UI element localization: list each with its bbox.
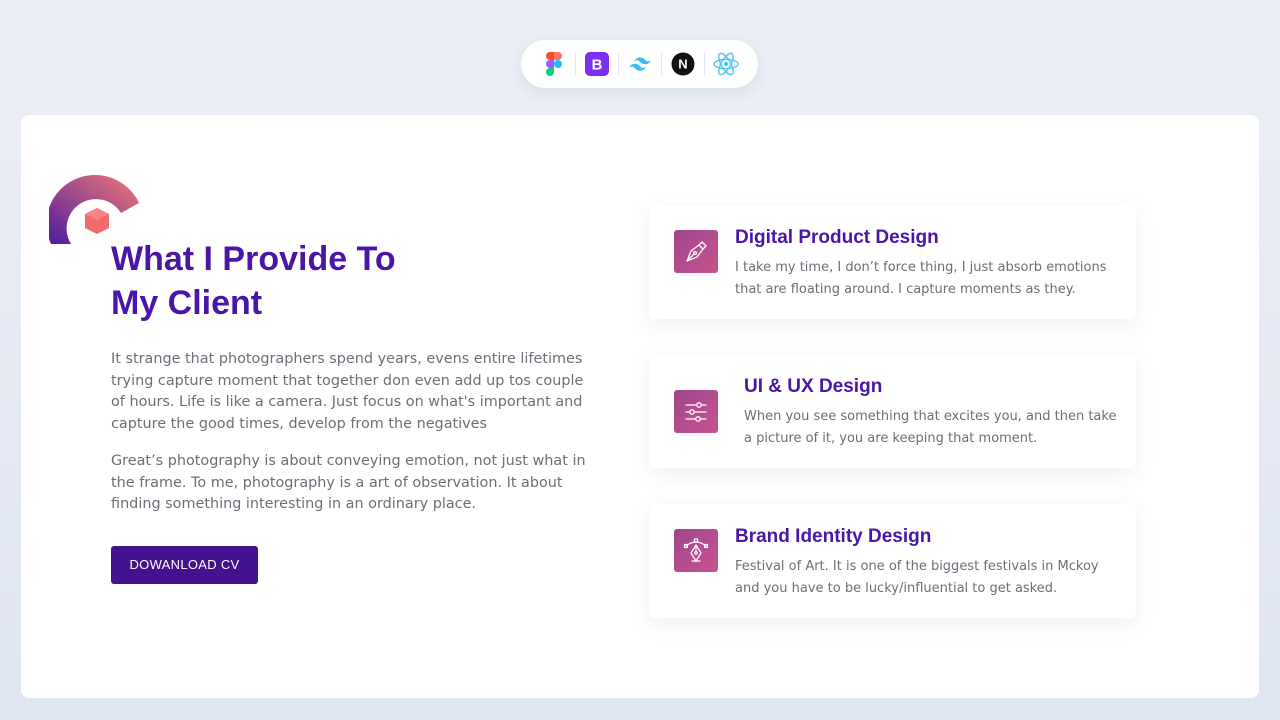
tailwind-icon[interactable] <box>619 40 661 88</box>
service-card-brand-identity[interactable]: Brand Identity Design Festival of Art. I… <box>649 504 1136 618</box>
service-description: I take my time, I don’t force thing, I j… <box>735 260 1107 297</box>
intro-block: What I Provide To My Client It strange t… <box>111 237 591 584</box>
bootstrap-icon[interactable]: B <box>576 40 618 88</box>
service-title: Digital Product Design <box>735 227 939 248</box>
service-description: Festival of Art. It is one of the bigges… <box>735 559 1099 596</box>
service-card-ui-ux[interactable]: UI & UX Design When you see something th… <box>649 354 1136 468</box>
nextjs-glyph: N <box>678 57 687 72</box>
download-cv-button[interactable]: DOWANLOAD CV <box>111 545 258 584</box>
sliders-icon <box>674 390 718 433</box>
vector-pen-icon <box>674 529 718 572</box>
services-section: What I Provide To My Client It strange t… <box>21 115 1259 698</box>
react-icon[interactable] <box>705 40 747 88</box>
section-title: What I Provide To My Client <box>111 237 471 325</box>
service-title: UI & UX Design <box>744 376 883 397</box>
service-card-digital-product[interactable]: Digital Product Design I take my time, I… <box>649 205 1136 319</box>
service-description: When you see something that excites you,… <box>744 409 1117 446</box>
section-title-line1: What I Provide To <box>111 240 396 278</box>
intro-paragraph-1: It strange that photographers spend year… <box>111 351 584 432</box>
tech-stack-bar: B N <box>521 40 758 88</box>
figma-icon[interactable] <box>533 40 575 88</box>
intro-paragraph-2: Great’s photography is about conveying e… <box>111 453 586 512</box>
nextjs-icon[interactable]: N <box>662 40 704 88</box>
page: B N What I Provide To My Client It stran… <box>0 0 1280 720</box>
service-title: Brand Identity Design <box>735 526 932 547</box>
section-title-line2: My Client <box>111 284 263 322</box>
pen-nib-icon <box>674 230 718 273</box>
bootstrap-glyph: B <box>591 57 602 74</box>
